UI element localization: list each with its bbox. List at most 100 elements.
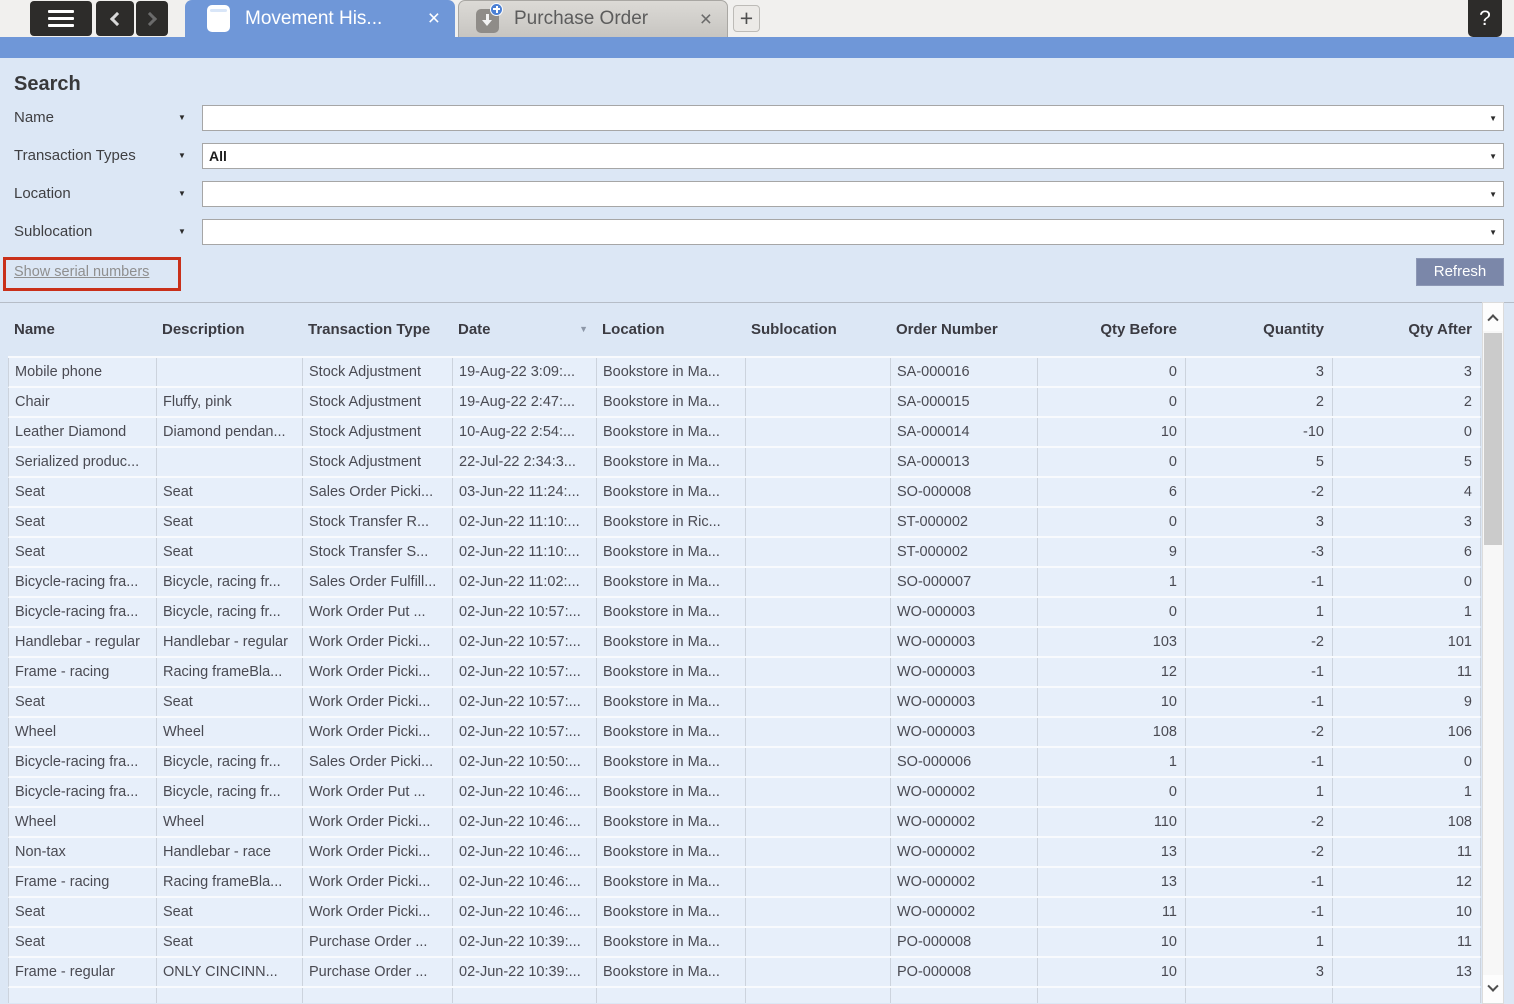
table-cell: 02-Jun-22 10:39:... — [453, 928, 597, 956]
table-row[interactable]: Bicycle-racing fra...Bicycle, racing fr.… — [8, 598, 1480, 628]
table-cell: Bicycle, racing fr... — [157, 748, 303, 776]
table-cell — [746, 688, 891, 716]
table-row[interactable]: SeatSeatStock Transfer R...02-Jun-22 11:… — [8, 508, 1480, 538]
table-cell: 10-Aug-22 2:54:... — [453, 418, 597, 446]
table-row[interactable]: SeatSeatWork Order Picki...02-Jun-22 10:… — [8, 688, 1480, 718]
scrollbar-thumb[interactable] — [1484, 333, 1502, 545]
search-row-name: Name▼▼ — [0, 105, 1514, 131]
help-button[interactable]: ? — [1468, 0, 1502, 37]
search-title: Search — [14, 73, 81, 96]
filter-dropdown-icon[interactable]: ▼ — [178, 189, 186, 198]
table-cell: Wheel — [9, 808, 157, 836]
tab-label: Purchase Order — [514, 8, 685, 30]
tab-purchase-order[interactable]: Purchase Order × — [458, 0, 728, 37]
table-cell: Work Order Picki... — [303, 838, 453, 866]
table-cell: Frame - racing — [9, 868, 157, 896]
table-cell: Seat — [9, 478, 157, 506]
table-cell: Fluffy, pink — [157, 388, 303, 416]
new-tab-button[interactable]: + — [733, 5, 760, 32]
back-button[interactable] — [96, 1, 134, 36]
table-cell: SA-000016 — [891, 358, 1038, 386]
tab-movement-history[interactable]: Movement His... × — [185, 0, 455, 37]
table-cell: 10 — [1038, 418, 1186, 446]
table-cell: WO-000002 — [891, 778, 1038, 806]
refresh-button[interactable]: Refresh — [1416, 258, 1504, 286]
table-cell: Stock Transfer R... — [303, 508, 453, 536]
table-cell: -2 — [1186, 838, 1333, 866]
table-cell: -1 — [1186, 688, 1333, 716]
accent-strip — [0, 37, 1514, 58]
column-header-date[interactable]: Date▼ — [452, 303, 596, 356]
table-cell: 9 — [1038, 538, 1186, 566]
table-row[interactable]: Mobile phoneStock Adjustment19-Aug-22 3:… — [8, 358, 1480, 388]
table-row[interactable]: SeatSeatPurchase Order ...02-Jun-22 10:3… — [8, 928, 1480, 958]
table-cell: WO-000003 — [891, 658, 1038, 686]
table-cell: Seat — [9, 928, 157, 956]
column-header-transaction-type[interactable]: Transaction Type — [302, 303, 452, 356]
name-input[interactable] — [202, 105, 1504, 131]
close-icon[interactable]: × — [428, 8, 440, 29]
column-header-name[interactable]: Name — [8, 303, 156, 356]
table-cell: Bookstore in Ma... — [597, 778, 746, 806]
location-input[interactable] — [202, 181, 1504, 207]
forward-button[interactable] — [136, 1, 168, 36]
sublocation-input[interactable] — [202, 219, 1504, 245]
table-row[interactable]: Bicycle-racing fra...Bicycle, racing fr.… — [8, 568, 1480, 598]
column-header-description[interactable]: Description — [156, 303, 302, 356]
filter-label-name[interactable]: Name — [14, 105, 54, 131]
hamburger-menu-button[interactable] — [30, 1, 92, 36]
table-cell: 22-Jul-22 2:34:3... — [453, 448, 597, 476]
table-row[interactable]: SeatSeatSales Order Picki...03-Jun-22 11… — [8, 478, 1480, 508]
filter-dropdown-icon[interactable]: ▼ — [178, 151, 186, 160]
table-cell: 02-Jun-22 10:46:... — [453, 898, 597, 926]
filter-label-location[interactable]: Location — [14, 181, 71, 207]
title-bar: Movement His... × Purchase Order × + ? — [0, 0, 1514, 37]
table-cell: Work Order Picki... — [303, 658, 453, 686]
table-row[interactable]: Non-taxHandlebar - raceWork Order Picki.… — [8, 838, 1480, 868]
table-cell: Work Order Put ... — [303, 778, 453, 806]
table-row[interactable]: WheelWheelWork Order Picki...02-Jun-22 1… — [8, 718, 1480, 748]
table-row[interactable]: Frame - racingRacing frameBla...Work Ord… — [8, 868, 1480, 898]
scroll-down-button[interactable] — [1483, 975, 1503, 1003]
vertical-scrollbar[interactable] — [1482, 302, 1504, 1004]
filter-label-sublocation[interactable]: Sublocation — [14, 219, 92, 245]
table-row[interactable]: Bicycle-racing fra...Bicycle, racing fr.… — [8, 748, 1480, 778]
table-cell: 1 — [1186, 778, 1333, 806]
scroll-up-button[interactable] — [1483, 303, 1503, 331]
table-row[interactable]: SeatSeatWork Order Picki...02-Jun-22 10:… — [8, 898, 1480, 928]
filter-dropdown-icon[interactable]: ▼ — [178, 227, 186, 236]
table-row[interactable]: ChairFluffy, pinkStock Adjustment19-Aug-… — [8, 388, 1480, 418]
table-row[interactable]: Frame - racingRacing frameBla...Work Ord… — [8, 658, 1480, 688]
table-cell: PO-000008 — [891, 958, 1038, 986]
table-row[interactable]: Frame - regularONLY CINCINN...Purchase O… — [8, 958, 1480, 988]
column-header-qty-after[interactable]: Qty After — [1332, 303, 1480, 356]
table-row[interactable]: Serialized produc...Stock Adjustment22-J… — [8, 448, 1480, 478]
transaction-types-input[interactable] — [202, 143, 1504, 169]
close-icon[interactable]: × — [700, 9, 712, 30]
table-cell: 0 — [1038, 448, 1186, 476]
table-row[interactable]: Handlebar - regularHandlebar - regularWo… — [8, 628, 1480, 658]
show-serial-numbers-link[interactable]: Show serial numbers — [14, 264, 149, 280]
chevron-down-icon — [1487, 981, 1498, 992]
table-row[interactable]: Bicycle-racing fra...Bicycle, racing fr.… — [8, 778, 1480, 808]
table-cell: Handlebar - regular — [157, 628, 303, 656]
table-cell — [303, 988, 453, 1003]
column-header-sublocation[interactable]: Sublocation — [745, 303, 890, 356]
column-header-location[interactable]: Location — [596, 303, 745, 356]
column-header-qty-before[interactable]: Qty Before — [1037, 303, 1185, 356]
table-cell: Bookstore in Ma... — [597, 658, 746, 686]
filter-label-transaction-types[interactable]: Transaction Types — [14, 143, 136, 169]
table-cell — [746, 478, 891, 506]
table-cell: Wheel — [157, 718, 303, 746]
table-row[interactable]: Leather DiamondDiamond pendan...Stock Ad… — [8, 418, 1480, 448]
table-cell: Bookstore in Ma... — [597, 418, 746, 446]
table-cell: -1 — [1186, 868, 1333, 896]
column-header-order-number[interactable]: Order Number — [890, 303, 1037, 356]
receive-order-icon — [475, 5, 502, 34]
column-header-quantity[interactable]: Quantity — [1185, 303, 1332, 356]
filter-dropdown-icon[interactable]: ▼ — [178, 113, 186, 122]
table-row[interactable]: SeatSeatStock Transfer S...02-Jun-22 11:… — [8, 538, 1480, 568]
hamburger-icon — [48, 17, 74, 20]
table-cell: Stock Adjustment — [303, 448, 453, 476]
table-row[interactable]: WheelWheelWork Order Picki...02-Jun-22 1… — [8, 808, 1480, 838]
